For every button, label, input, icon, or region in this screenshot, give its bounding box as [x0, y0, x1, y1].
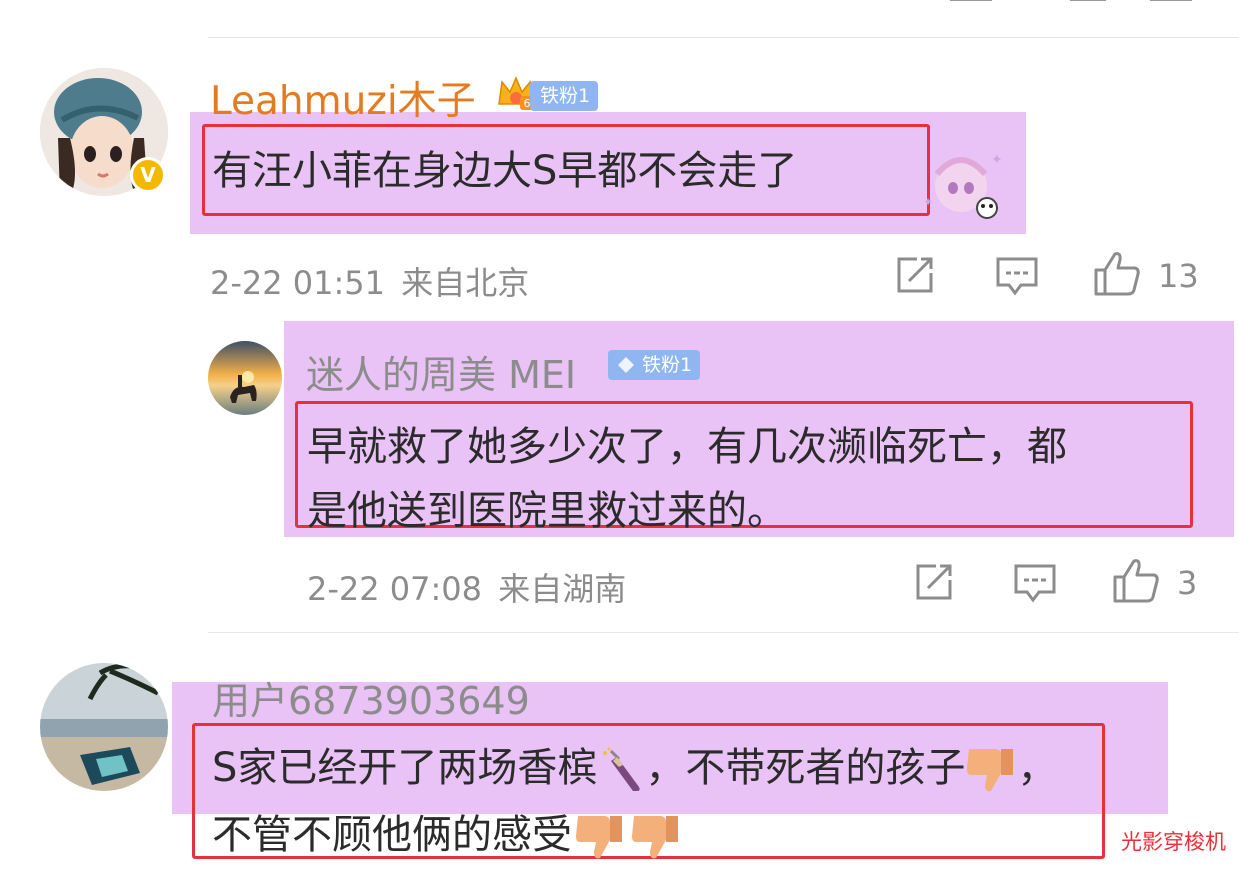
comment-text-line2: 不管不顾他俩的感受	[212, 802, 684, 862]
author-name[interactable]: 迷人的周美 MEI	[306, 344, 576, 399]
author-name[interactable]: Leahmuzi木子	[210, 70, 476, 126]
prev-comment-icon[interactable]	[1070, 0, 1106, 1]
like-count: 13	[1158, 257, 1199, 295]
sticker-anime-girl: ✦ ✦	[923, 140, 1005, 224]
fan-badge-label: 铁粉1	[642, 354, 693, 376]
fan-badge-label: 铁粉1	[540, 85, 591, 107]
verified-v-icon: V	[130, 157, 166, 193]
avatar-user6873903649[interactable]	[40, 663, 168, 791]
divider-middle	[208, 632, 1239, 633]
thumbs-up-icon[interactable]	[1112, 557, 1160, 603]
prev-like-icon[interactable]	[1150, 0, 1192, 1]
thumbs-down-emoji	[628, 812, 684, 862]
prev-comment-cutoff	[300, 0, 1230, 8]
comment-text-part1: S家已经开了两场香槟	[212, 745, 598, 791]
thumbs-up-icon[interactable]	[1093, 250, 1141, 296]
diamond-icon	[616, 354, 636, 374]
comment-date: 2-22 07:08 来自湖南	[307, 564, 626, 610]
comment-text-line1: 早就救了她多少次了，有几次濒临死亡，都	[307, 424, 1067, 470]
share-icon[interactable]	[912, 562, 956, 602]
comment-location: 来自湖南	[498, 570, 627, 608]
comment-icon[interactable]	[1013, 563, 1057, 605]
comment-text-line2: 是他送到医院里救过来的。	[307, 488, 787, 534]
comment-text-line1: S家已经开了两场香槟 ，不带死者的孩子 ，	[212, 735, 1057, 795]
comment-text: 有汪小菲在身边大S早都不会走了	[212, 148, 798, 194]
watermark: 光影穿梭机	[1121, 830, 1226, 854]
comment-timestamp: 2-22 07:08	[307, 570, 483, 608]
comment-timestamp: 2-22 01:51	[210, 264, 386, 302]
fan-badge[interactable]: 铁粉1	[530, 81, 599, 111]
svg-text:✦: ✦	[925, 195, 933, 209]
champagne-emoji	[597, 747, 645, 793]
like-count: 3	[1177, 564, 1198, 602]
comment-location: 来自北京	[401, 264, 530, 302]
avatar-mei[interactable]	[208, 341, 282, 415]
comment-text-part2: ，不带死者的孩子	[645, 745, 966, 791]
thumbs-down-emoji	[572, 812, 628, 862]
divider-top	[208, 37, 1239, 38]
thumbs-down-emoji	[965, 745, 1017, 795]
comment-icon[interactable]	[995, 256, 1039, 298]
prev-share-icon[interactable]	[950, 0, 992, 1]
fan-badge[interactable]: 铁粉1	[608, 350, 701, 380]
comment-text-part3: ，	[1017, 745, 1058, 791]
svg-text:✦: ✦	[991, 152, 1003, 168]
author-name[interactable]: 用户6873903649	[212, 670, 530, 725]
comment-date: 2-22 01:51 来自北京	[210, 258, 529, 304]
share-icon[interactable]	[893, 255, 937, 295]
comment-text-line2-text: 不管不顾他俩的感受	[212, 812, 572, 858]
